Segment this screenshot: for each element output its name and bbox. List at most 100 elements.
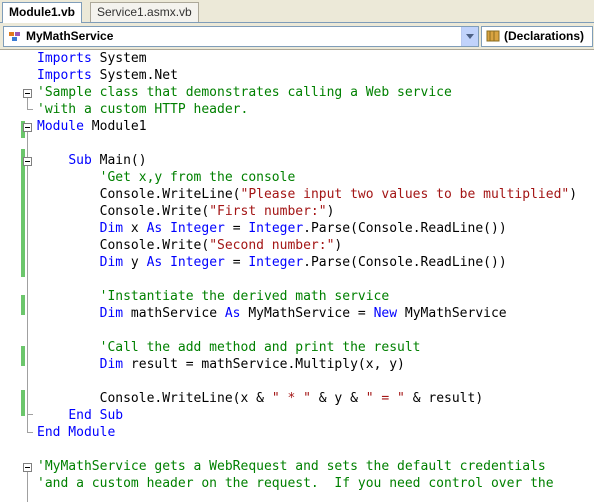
string-literal: "Second number:": [209, 238, 335, 253]
outline-line: [27, 472, 28, 502]
keyword: Dim: [99, 255, 124, 270]
code-text: result = mathService.Multiply(x, y): [123, 357, 405, 372]
code-text: Console.Write(: [37, 204, 210, 219]
code-comment: 'Get x,y from the console: [37, 170, 296, 185]
code-text: .Parse(Console.ReadLine()): [303, 255, 507, 270]
code-text: System.Net: [91, 68, 178, 83]
keyword: Integer: [248, 221, 304, 236]
code-comment: 'and a custom header on the request. If …: [37, 476, 554, 491]
code-text: Console.WriteLine(: [37, 187, 241, 202]
outline-end: [27, 432, 33, 433]
class-name-dropdown[interactable]: MyMathService: [3, 26, 479, 47]
code-line: End Module: [37, 424, 115, 441]
code-line: End Sub: [37, 407, 123, 424]
outline-line: [27, 98, 28, 109]
method-name-label: (Declarations): [504, 29, 585, 43]
code-line: Console.WriteLine("Please input two valu…: [37, 186, 577, 203]
code-text: Console.Write(: [37, 238, 210, 253]
code-line: Imports System: [37, 50, 147, 67]
code-text: ): [569, 187, 578, 202]
class-name-label: MyMathService: [26, 29, 114, 43]
declarations-icon: [486, 30, 500, 42]
code-line: Console.Write("First number:"): [37, 203, 335, 220]
keyword: Module: [37, 119, 84, 134]
code-text: x: [123, 221, 147, 236]
collapse-comment-icon[interactable]: [23, 89, 32, 98]
keyword: Integer: [170, 255, 225, 270]
keyword: End Module: [37, 425, 116, 440]
code-text: .Parse(Console.ReadLine()): [303, 221, 507, 236]
code-text: y: [123, 255, 147, 270]
keyword: Integer: [170, 221, 225, 236]
code-line: Module Module1: [37, 118, 147, 135]
code-text: Main(): [91, 153, 147, 168]
code-text: ): [334, 238, 343, 253]
class-icon: [9, 32, 20, 41]
change-marker: [21, 295, 25, 315]
code-comment: 'Instantiate the derived math service: [37, 289, 390, 304]
outline-end: [27, 109, 33, 110]
string-literal: "First number:": [209, 204, 327, 219]
keyword: End Sub: [68, 408, 124, 423]
tab-module1[interactable]: Module1.vb: [2, 2, 83, 23]
keyword: Sub: [68, 153, 92, 168]
method-name-dropdown[interactable]: (Declarations): [481, 26, 593, 47]
code-text: mathService: [123, 306, 225, 321]
code-line: Imports System.Net: [37, 67, 178, 84]
change-marker: [21, 149, 25, 277]
outline-line: [27, 132, 28, 432]
code-line: Console.WriteLine(x & " * " & y & " = " …: [37, 390, 484, 407]
code-comment: 'with a custom HTTP header.: [37, 102, 249, 117]
code-comment: 'Call the add method and print the resul…: [37, 340, 421, 355]
editor-margin: [0, 50, 20, 497]
chevron-down-icon[interactable]: [461, 27, 478, 46]
collapse-comment-icon[interactable]: [23, 463, 32, 472]
code-line: Dim mathService As MyMathService = New M…: [37, 305, 507, 322]
code-comment: 'MyMathService gets a WebRequest and set…: [37, 459, 546, 474]
code-text: & result): [404, 391, 484, 406]
outline-end: [27, 414, 33, 415]
code-text: Console.WriteLine(x &: [37, 391, 272, 406]
keyword: Dim: [99, 357, 124, 372]
code-text: Module1: [83, 119, 147, 134]
keyword: As: [224, 306, 241, 321]
string-literal: " = ": [365, 391, 405, 406]
code-editor[interactable]: Imports System Imports System.Net 'Sampl…: [0, 50, 594, 502]
string-literal: "Please input two values to be multiplie…: [240, 187, 570, 202]
navigation-bar: MyMathService (Declarations): [0, 23, 594, 50]
code-text: =: [224, 221, 249, 236]
keyword: As: [146, 221, 163, 236]
keyword: Dim: [99, 221, 124, 236]
code-line: Sub Main(): [37, 152, 147, 169]
code-text: MyMathService: [397, 306, 507, 321]
tab-service1[interactable]: Service1.asmx.vb: [90, 2, 199, 22]
code-text: ): [326, 204, 335, 219]
code-line: Dim x As Integer = Integer.Parse(Console…: [37, 220, 507, 237]
code-text: System: [91, 51, 147, 66]
keyword: Imports: [37, 68, 92, 83]
code-text: =: [224, 255, 249, 270]
keyword: As: [146, 255, 163, 270]
code-text: MyMathService =: [240, 306, 374, 321]
document-tab-bar: Module1.vb Service1.asmx.vb: [0, 0, 594, 23]
collapse-sub-icon[interactable]: [23, 157, 32, 166]
collapse-module-icon[interactable]: [23, 123, 32, 132]
code-line: Dim y As Integer = Integer.Parse(Console…: [37, 254, 507, 271]
string-literal: " * ": [271, 391, 311, 406]
code-line: Console.Write("Second number:"): [37, 237, 343, 254]
code-comment: 'Sample class that demonstrates calling …: [37, 85, 452, 100]
keyword: Dim: [99, 306, 124, 321]
keyword: Imports: [37, 51, 92, 66]
keyword: Integer: [248, 255, 304, 270]
change-marker: [21, 346, 25, 366]
code-text: & y &: [310, 391, 366, 406]
code-line: Dim result = mathService.Multiply(x, y): [37, 356, 405, 373]
